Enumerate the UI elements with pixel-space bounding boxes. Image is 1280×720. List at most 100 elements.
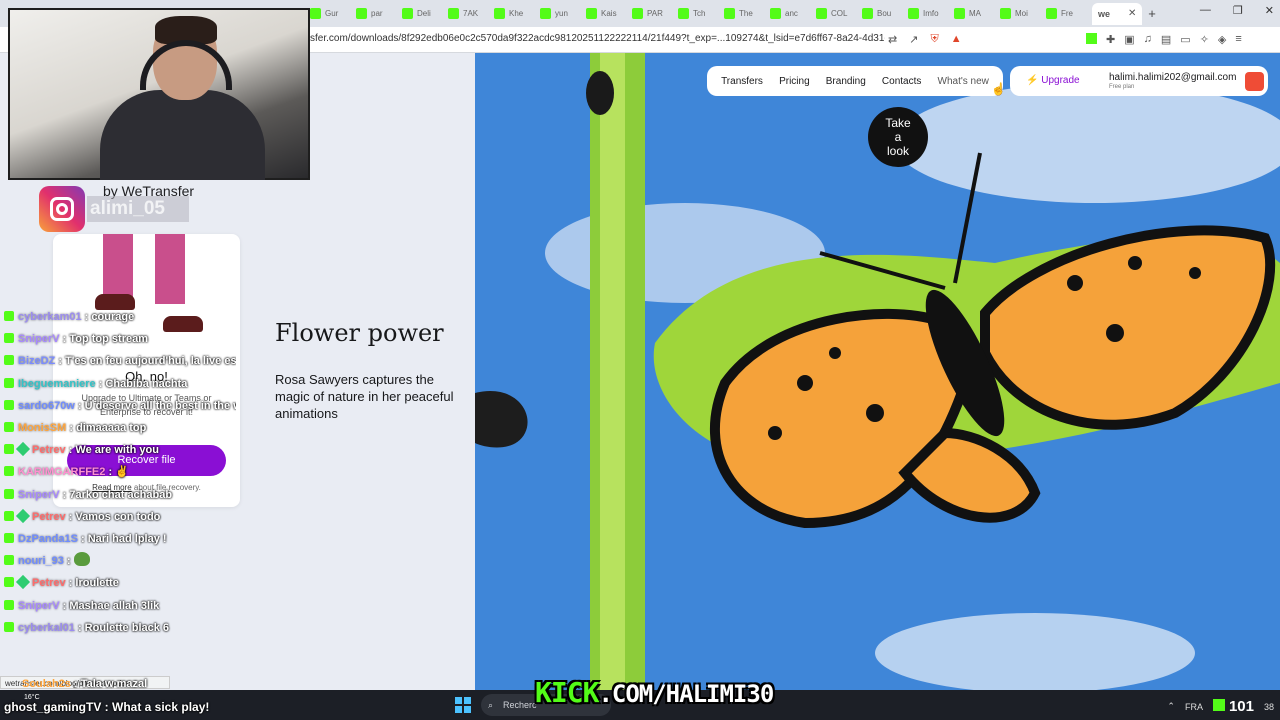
puzzle-icon[interactable]: ✚ <box>1106 33 1115 46</box>
browser-tab[interactable]: Deli <box>402 3 448 25</box>
diamond-badge-icon <box>15 575 31 590</box>
sparkle-icon[interactable]: ✧ <box>1200 33 1209 46</box>
take-look-line-3: look <box>886 144 909 158</box>
search-placeholder: Recherc <box>503 700 537 710</box>
browser-tab[interactable]: The <box>724 3 770 25</box>
chat-username[interactable]: SniperV <box>18 489 60 501</box>
chat-line: Petrev : We are with you <box>4 439 236 461</box>
chat-username[interactable]: nouri_93 <box>18 555 64 567</box>
account-plan: Free plan <box>1109 84 1135 90</box>
take-look-line-2: a <box>894 130 902 144</box>
avatar[interactable] <box>1245 72 1264 91</box>
chat-username[interactable]: cyberkal01 <box>18 622 75 634</box>
browser-tab[interactable]: MA <box>954 3 1000 25</box>
browser-tab[interactable]: Moi <box>1000 3 1046 25</box>
new-tab-button[interactable]: + <box>1142 6 1162 21</box>
vpn-icon[interactable]: ◈ <box>1218 33 1226 46</box>
tab-favicon-icon <box>540 8 551 19</box>
leg-right <box>155 234 185 304</box>
screenshot-icon[interactable]: ▣ <box>1124 33 1134 46</box>
chat-separator: : <box>74 399 85 412</box>
nav-transfers[interactable]: Transfers <box>721 76 763 87</box>
chevron-up-icon[interactable]: ⌃ <box>1167 701 1175 712</box>
take-a-look-button[interactable]: Take a look <box>868 107 928 167</box>
chat-separator: : <box>65 510 76 523</box>
instagram-icon <box>39 186 85 232</box>
chat-message: Roulette black 6 <box>84 621 170 634</box>
chat-username[interactable]: Petrev <box>32 444 66 456</box>
url-field[interactable]: sfer.com/downloads/8f292edb06e0c2c570da9… <box>310 33 885 44</box>
chat-bottom-line: ghost_gamingTV : What a sick play! <box>4 700 209 714</box>
system-tray: ⌃ FRA 101 38 <box>1167 698 1274 715</box>
tab-favicon-icon <box>448 8 459 19</box>
browser-tab[interactable]: Kais <box>586 3 632 25</box>
browser-tab[interactable]: par <box>356 3 402 25</box>
browser-tab[interactable]: PAR <box>632 3 678 25</box>
share-icon[interactable]: ↗ <box>909 33 918 46</box>
browser-tab[interactable]: COL <box>816 3 862 25</box>
close-tab-icon[interactable]: ✕ <box>1128 8 1136 19</box>
language-indicator[interactable]: FRA <box>1185 702 1203 712</box>
kick-badge-icon <box>4 621 14 632</box>
chat-line: DzPanda1S : Nari had lplay ! <box>4 528 236 550</box>
tab-favicon-icon <box>402 8 413 19</box>
chat-message: Nari had lplay ! <box>87 533 167 546</box>
sidebar-icon[interactable]: ▤ <box>1161 33 1171 46</box>
alert-icon[interactable]: ▲ <box>951 33 962 46</box>
shield-icon[interactable]: ⛨ <box>930 33 938 46</box>
kick-extension-icon[interactable] <box>1086 33 1097 44</box>
nav-branding[interactable]: Branding <box>826 76 866 87</box>
browser-tab[interactable]: yun <box>540 3 586 25</box>
music-icon[interactable]: ♫ <box>1144 33 1152 46</box>
browser-tab[interactable]: Bou <box>862 3 908 25</box>
tab-label: Moi <box>1015 9 1028 18</box>
kick-badge-icon <box>4 488 14 499</box>
translate-icon[interactable]: ⇄ <box>888 33 897 46</box>
chat-line: MonisSM : dimaaaaa top <box>4 417 236 439</box>
browser-tab[interactable]: Gur <box>310 3 356 25</box>
menu-icon[interactable]: ≡ <box>1235 33 1241 46</box>
chat-username[interactable]: KARIMGARFFE2 <box>18 466 105 478</box>
chat-username[interactable]: Petrev <box>32 577 66 589</box>
browser-tab[interactable]: Fre <box>1046 3 1092 25</box>
browser-tab[interactable]: Imfo <box>908 3 954 25</box>
chat-username[interactable]: BizeDZ <box>18 355 55 367</box>
wetransfer-tab-icon: we <box>1098 8 1111 19</box>
tab-favicon-icon <box>770 8 781 19</box>
chat-username[interactable]: DzPanda1S <box>18 533 78 545</box>
windows-start-icon[interactable] <box>455 697 471 713</box>
chat-separator: : <box>63 555 74 568</box>
chat-username[interactable]: cyberkam01 <box>18 311 82 323</box>
tab-active[interactable]: we ✕ <box>1092 2 1142 25</box>
nav-contacts[interactable]: Contacts <box>882 76 921 87</box>
tab-favicon-icon <box>724 8 735 19</box>
browser-tab[interactable]: Khe <box>494 3 540 25</box>
chat-username[interactable]: SniperV <box>18 333 60 345</box>
close-window-icon[interactable]: ✕ <box>1265 4 1274 17</box>
browser-tab[interactable]: anc <box>770 3 816 25</box>
nav-pricing[interactable]: Pricing <box>779 76 810 87</box>
upgrade-button[interactable]: ⚡ Upgrade <box>1026 75 1080 86</box>
upgrade-label: Upgrade <box>1041 75 1080 86</box>
chat-username: Soulah2s <box>22 678 71 690</box>
kick-badge-icon <box>4 466 14 477</box>
browser-tab[interactable]: 7AK <box>448 3 494 25</box>
webcam-overlay <box>8 8 310 180</box>
browser-tab[interactable]: Tch <box>678 3 724 25</box>
chat-username[interactable]: Ibeguemaniere <box>18 378 96 390</box>
kick-badge-icon <box>4 599 14 610</box>
chat-username[interactable]: Petrev <box>32 511 66 523</box>
clock[interactable]: 38 <box>1264 702 1274 712</box>
chat-username[interactable]: sardo670w <box>18 400 75 412</box>
instagram-handle: alimi_05 <box>87 196 189 222</box>
account-email[interactable]: halimi.halimi202@gmail.com <box>1109 72 1236 83</box>
minimize-icon[interactable]: — <box>1200 4 1211 17</box>
chat-message: T'es en feu aujourd'hui, la live est top… <box>65 355 236 368</box>
kick-badge-icon <box>4 311 14 321</box>
nav-whats-new[interactable]: What's new <box>938 76 989 87</box>
chat-username[interactable]: MonisSM <box>18 422 66 434</box>
pepe-emote-icon <box>73 552 90 567</box>
chat-username[interactable]: SniperV <box>18 600 60 612</box>
maximize-icon[interactable]: ❐ <box>1233 4 1243 17</box>
wallet-icon[interactable]: ▭ <box>1180 33 1190 46</box>
